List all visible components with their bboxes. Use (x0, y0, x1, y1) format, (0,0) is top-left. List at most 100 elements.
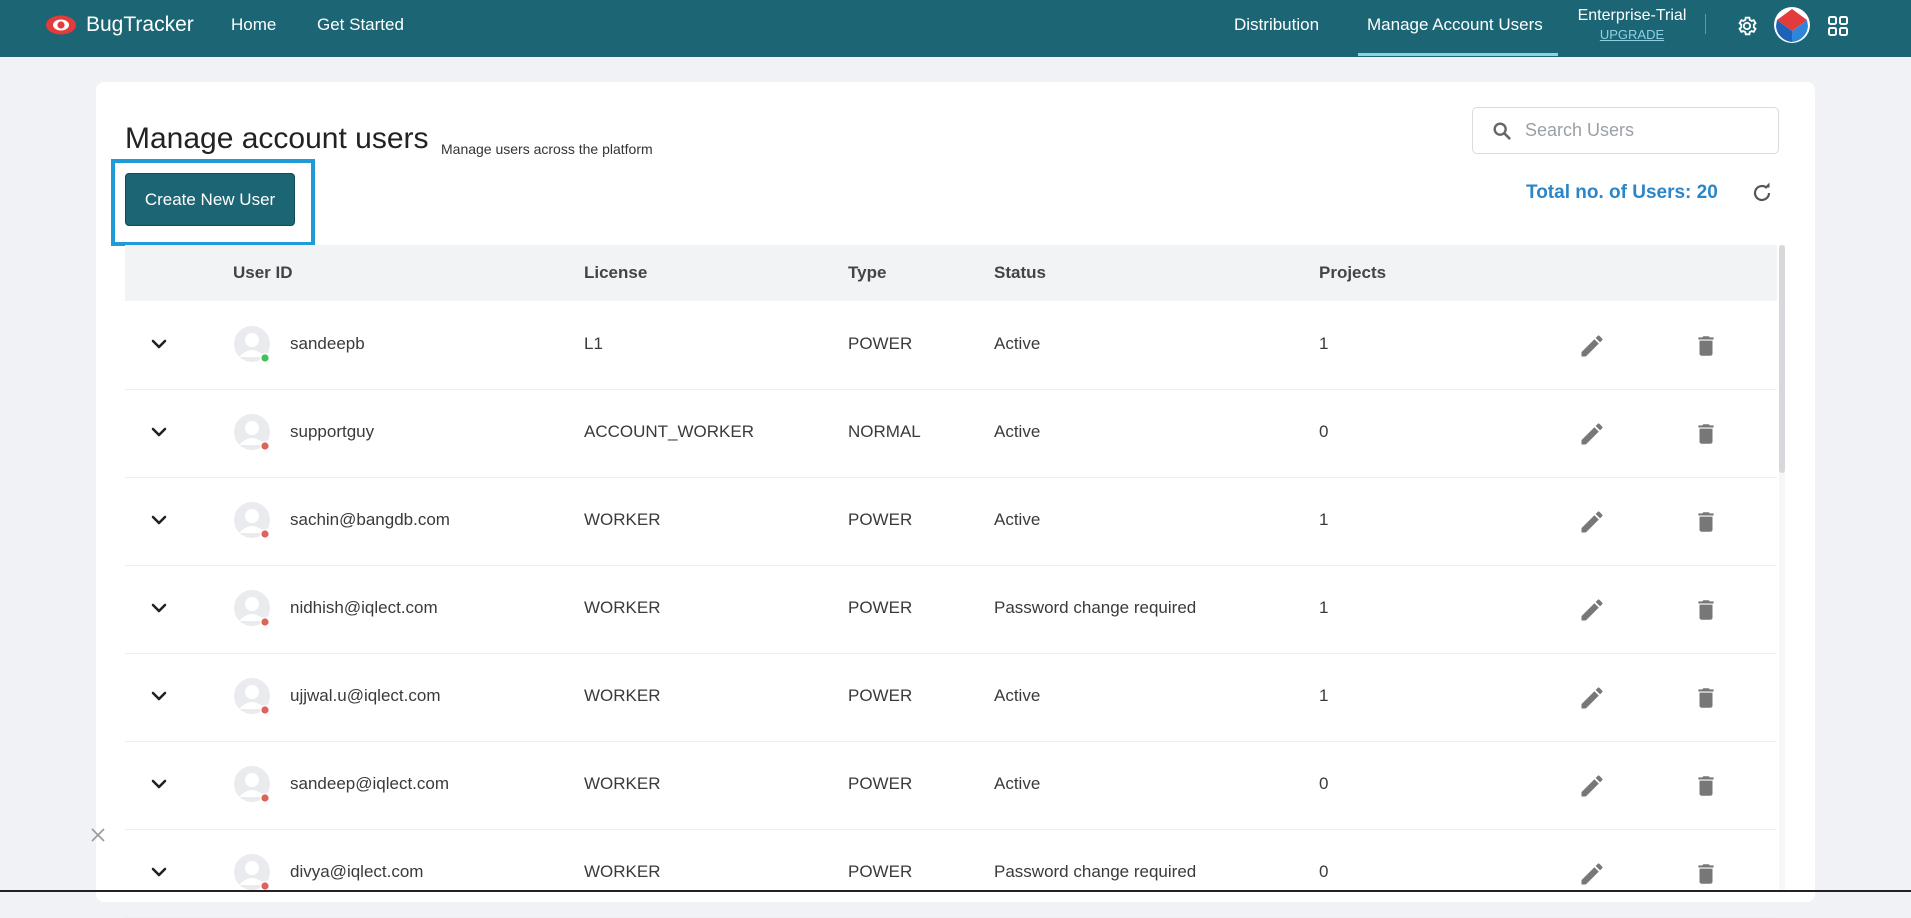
chevron-down-icon (151, 603, 167, 613)
settings-button[interactable] (1736, 15, 1758, 37)
nav-manage-account-users[interactable]: Manage Account Users (1367, 15, 1543, 35)
cell-status: Active (994, 510, 1041, 529)
cell-user-id: nidhish@iqlect.com (290, 598, 438, 617)
dismiss-button[interactable] (89, 826, 107, 844)
delete-user-button[interactable] (1693, 332, 1719, 360)
edit-user-button[interactable] (1578, 332, 1606, 360)
brand[interactable]: BugTracker (45, 12, 194, 38)
nav-get-started[interactable]: Get Started (317, 15, 404, 35)
delete-user-button[interactable] (1693, 860, 1719, 888)
chevron-down-icon (151, 691, 167, 701)
delete-user-button[interactable] (1693, 772, 1719, 800)
cell-type: POWER (848, 774, 913, 793)
plan-name: Enterprise-Trial (1577, 7, 1687, 24)
cell-projects: 0 (1319, 774, 1329, 793)
column-header-license: License (584, 263, 648, 282)
cell-status: Active (994, 774, 1041, 793)
trash-icon (1698, 776, 1714, 796)
nav-distribution[interactable]: Distribution (1234, 15, 1319, 35)
chevron-down-icon (151, 779, 167, 789)
search-input[interactable] (1523, 119, 1767, 142)
cell-license: WORKER (584, 774, 661, 793)
grid-icon (1828, 16, 1848, 36)
cell-license: WORKER (584, 598, 661, 617)
cell-status: Active (994, 686, 1041, 705)
total-users-count: Total no. of Users: 20 (1526, 182, 1718, 203)
trash-icon (1698, 336, 1714, 356)
cell-status: Password change required (994, 598, 1197, 617)
trash-icon (1698, 600, 1714, 620)
pencil-icon (1581, 511, 1603, 533)
nav-home[interactable]: Home (231, 15, 276, 35)
cell-status: Active (994, 422, 1041, 441)
trash-icon (1698, 864, 1714, 884)
expand-row-button[interactable] (147, 596, 171, 620)
cell-user-id: sandeep@iqlect.com (290, 774, 450, 793)
pencil-icon (1581, 863, 1603, 885)
cell-license: WORKER (584, 862, 661, 881)
account-avatar-button[interactable] (1773, 6, 1811, 44)
expand-row-button[interactable] (147, 508, 171, 532)
brand-name: BugTracker (86, 13, 194, 36)
expand-row-button[interactable] (147, 772, 171, 796)
user-avatar-icon (234, 326, 270, 363)
user-avatar-icon (234, 766, 270, 803)
edit-user-button[interactable] (1578, 684, 1606, 712)
column-header-status: Status (994, 263, 1046, 282)
cell-type: NORMAL (848, 422, 921, 441)
cell-projects: 1 (1319, 598, 1329, 617)
expand-row-button[interactable] (147, 420, 171, 444)
chevron-down-icon (151, 515, 167, 525)
trash-icon (1698, 688, 1714, 708)
trash-icon (1698, 424, 1714, 444)
table-row: sandeep@iqlect.com WORKER POWER Active 0 (125, 741, 1777, 830)
edit-user-button[interactable] (1578, 508, 1606, 536)
cell-type: POWER (848, 598, 913, 617)
edit-user-button[interactable] (1578, 596, 1606, 624)
cell-projects: 1 (1319, 510, 1329, 529)
create-new-user-button[interactable]: Create New User (125, 173, 295, 226)
nav-divider (1705, 14, 1706, 34)
expand-row-button[interactable] (147, 332, 171, 356)
refresh-button[interactable] (1749, 180, 1775, 206)
apps-button[interactable] (1827, 15, 1849, 37)
cell-license: WORKER (584, 510, 661, 529)
cell-license: ACCOUNT_WORKER (584, 422, 755, 441)
cell-status: Active (994, 334, 1041, 353)
user-avatar-icon (234, 414, 270, 451)
expand-row-button[interactable] (147, 684, 171, 708)
edit-user-button[interactable] (1578, 772, 1606, 800)
cell-projects: 1 (1319, 334, 1329, 353)
cell-type: POWER (848, 862, 913, 881)
delete-user-button[interactable] (1693, 420, 1719, 448)
delete-user-button[interactable] (1693, 684, 1719, 712)
table-scrollbar-thumb[interactable] (1779, 245, 1785, 473)
cell-projects: 0 (1319, 422, 1329, 441)
trash-icon (1698, 512, 1714, 532)
close-icon (91, 828, 105, 842)
user-avatar-icon (234, 502, 270, 539)
cell-user-id: ujjwal.u@iqlect.com (290, 686, 441, 705)
pencil-icon (1581, 599, 1603, 621)
table-row: supportguy ACCOUNT_WORKER NORMAL Active 0 (125, 389, 1777, 478)
chevron-down-icon (151, 339, 167, 349)
table-row: sandeepb L1 POWER Active 1 (125, 301, 1777, 390)
delete-user-button[interactable] (1693, 596, 1719, 624)
cell-type: POWER (848, 510, 913, 529)
search-box[interactable] (1472, 107, 1779, 154)
delete-user-button[interactable] (1693, 508, 1719, 536)
cell-user-id: sachin@bangdb.com (290, 510, 450, 529)
chevron-down-icon (151, 867, 167, 877)
cell-license: WORKER (584, 686, 661, 705)
edit-user-button[interactable] (1578, 420, 1606, 448)
upgrade-link[interactable]: UPGRADE (1577, 27, 1687, 42)
column-header-projects: Projects (1319, 263, 1387, 282)
user-avatar-icon (234, 590, 270, 627)
pencil-icon (1581, 423, 1603, 445)
table-row: ujjwal.u@iqlect.com WORKER POWER Active 1 (125, 653, 1777, 742)
cell-status: Password change required (994, 862, 1197, 881)
cell-projects: 0 (1319, 862, 1329, 881)
expand-row-button[interactable] (147, 860, 171, 884)
table-row: nidhish@iqlect.com WORKER POWER Password ch… (125, 565, 1777, 654)
edit-user-button[interactable] (1578, 860, 1606, 888)
